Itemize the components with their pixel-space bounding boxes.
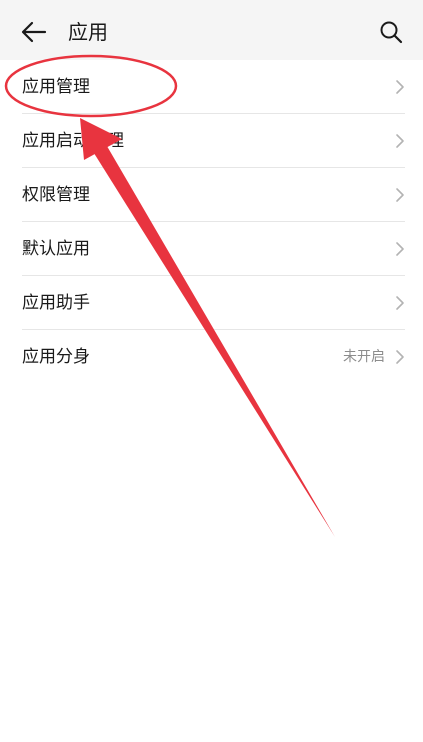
settings-screen: 应用 应用管理 应用启动管理 权限管理 默认应用 应用助手 应用分身 未开启	[0, 0, 423, 742]
page-title: 应用	[68, 20, 108, 44]
menu-item-label: 默认应用	[22, 239, 90, 259]
chevron-right-icon	[396, 242, 404, 256]
menu-item-default-apps[interactable]: 默认应用	[0, 222, 423, 276]
back-arrow-icon	[21, 21, 47, 43]
menu-item-label: 应用分身	[22, 347, 90, 367]
menu-item-permission-management[interactable]: 权限管理	[0, 168, 423, 222]
menu-item-app-twin[interactable]: 应用分身 未开启	[0, 330, 423, 384]
menu-item-label: 权限管理	[22, 185, 90, 205]
menu-item-app-assistant[interactable]: 应用助手	[0, 276, 423, 330]
chevron-right-icon	[396, 350, 404, 364]
menu-item-label: 应用助手	[22, 293, 90, 313]
chevron-right-icon	[396, 296, 404, 310]
chevron-right-icon	[396, 134, 404, 148]
top-app-bar: 应用	[0, 0, 423, 60]
menu-item-app-management[interactable]: 应用管理	[0, 60, 423, 114]
settings-list: 应用管理 应用启动管理 权限管理 默认应用 应用助手 应用分身 未开启	[0, 60, 423, 384]
search-icon	[380, 21, 403, 44]
back-button[interactable]	[14, 14, 54, 50]
menu-item-app-launch-management[interactable]: 应用启动管理	[0, 114, 423, 168]
menu-item-label: 应用启动管理	[22, 131, 124, 151]
status-value: 未开启	[343, 349, 385, 365]
search-button[interactable]	[373, 14, 409, 50]
chevron-right-icon	[396, 188, 404, 202]
chevron-right-icon	[396, 80, 404, 94]
menu-item-label: 应用管理	[22, 77, 90, 97]
